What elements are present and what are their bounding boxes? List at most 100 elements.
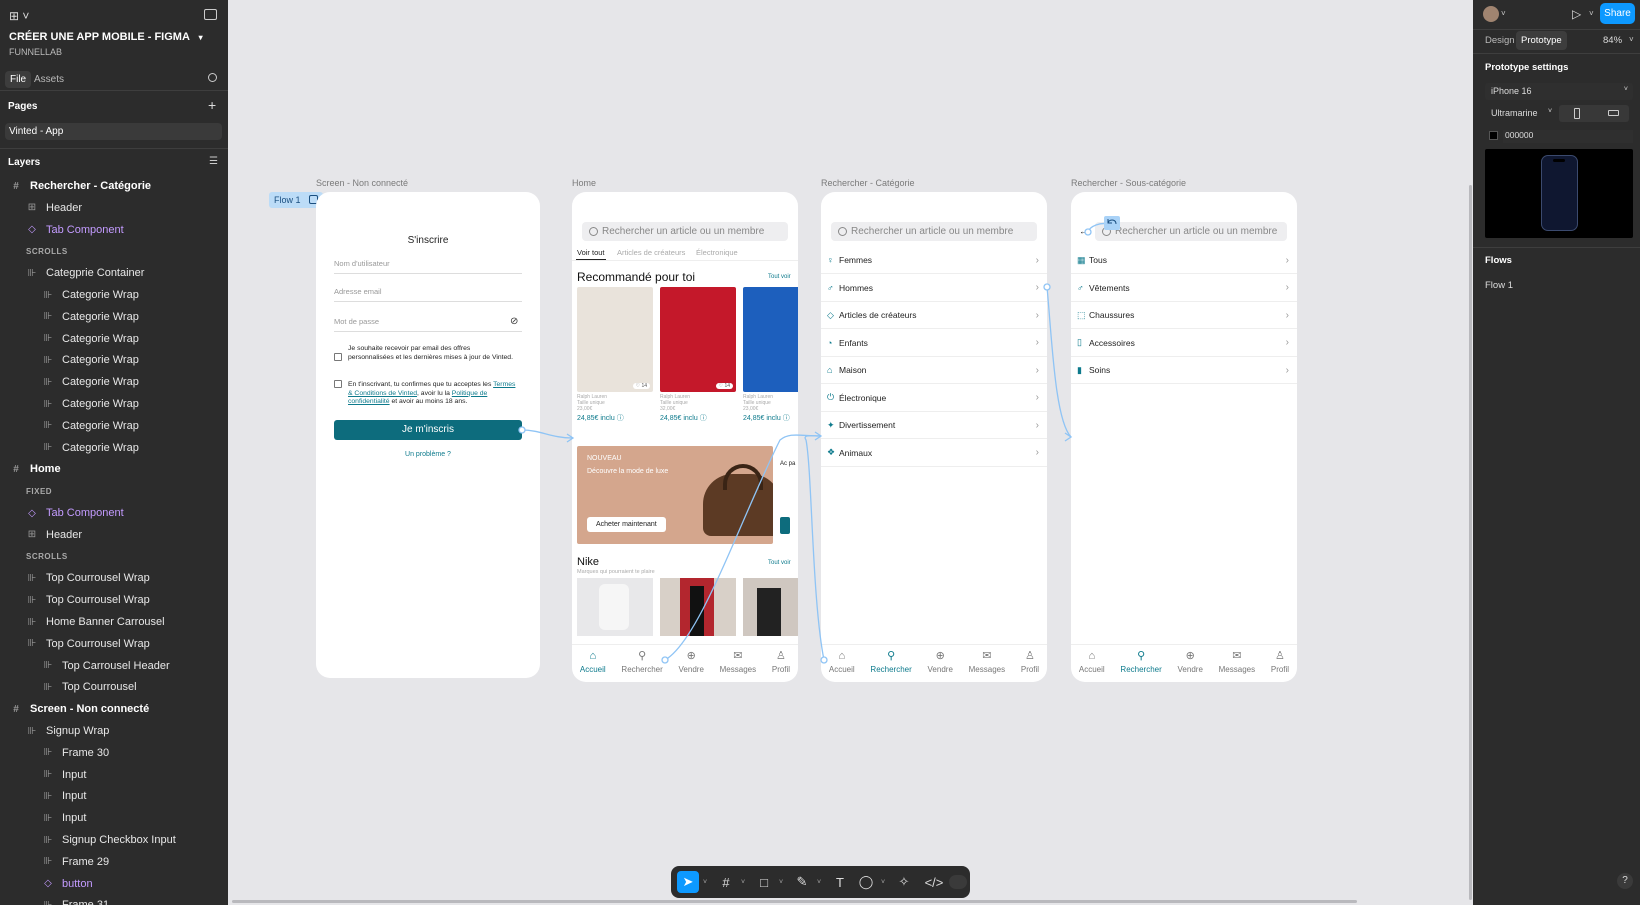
frame-label-home[interactable]: Home: [572, 178, 596, 188]
subcategory-item[interactable]: ▦ Tous ›: [1071, 247, 1297, 274]
tab-bar-item[interactable]: ⚲ Rechercher: [1120, 645, 1161, 682]
layer-item[interactable]: ◇ Tab Component: [0, 503, 228, 523]
product-card[interactable]: ♡ 14Ralph LaurenTaille unique23,00€24,85…: [577, 287, 653, 423]
layer-item[interactable]: ⊪ Top Courrousel Wrap: [0, 634, 228, 654]
frame-label-category[interactable]: Rechercher - Catégorie: [821, 178, 915, 188]
product-card[interactable]: ♡ 14 Ralph Lauren Taille unique 32,00€ 24,85…: [660, 287, 736, 423]
layer-item[interactable]: # Home: [0, 459, 228, 479]
category-item[interactable]: ⏻ Électronique ›: [821, 385, 1047, 412]
layer-item[interactable]: ⊪ Categorie Wrap: [0, 416, 228, 436]
layer-item[interactable]: ⊪ Signup Checkbox Input: [0, 830, 228, 850]
layer-item[interactable]: ⊪ Frame 30: [0, 743, 228, 763]
nike-product-image[interactable]: [660, 578, 736, 636]
ai-tool-icon[interactable]: ✧: [893, 871, 915, 893]
comment-tool-icon[interactable]: ◯: [855, 871, 877, 893]
back-arrow-icon[interactable]: ←: [1079, 226, 1088, 236]
layer-item[interactable]: ⊪ Top Courrousel Wrap: [0, 568, 228, 588]
frame-tool-icon[interactable]: #: [715, 871, 737, 893]
background-color-input[interactable]: 000000: [1503, 130, 1633, 143]
zoom-level[interactable]: 84%: [1603, 35, 1622, 46]
tab-file[interactable]: File: [5, 71, 32, 88]
chevron-down-icon[interactable]: ˅: [779, 879, 787, 886]
share-button[interactable]: Share: [1600, 3, 1635, 24]
chevron-down-icon[interactable]: ˅: [1629, 35, 1634, 44]
category-item[interactable]: ◇ Articles de créateurs ›: [821, 302, 1047, 329]
chevron-down-icon[interactable]: ˅: [1589, 9, 1594, 18]
layer-item[interactable]: ⊪ Input: [0, 765, 228, 785]
see-all-link[interactable]: Tout voir: [768, 274, 791, 280]
luxury-banner[interactable]: NOUVEAU Découvre la mode de luxe Acheter…: [577, 446, 773, 544]
vertical-scrollbar[interactable]: [1469, 185, 1472, 900]
nike-see-all-link[interactable]: Tout voir: [768, 560, 791, 566]
flow-start-badge[interactable]: Flow 1: [269, 192, 323, 208]
subcategory-search-input[interactable]: Rechercher un article ou un membre: [1095, 222, 1287, 241]
subcategory-item[interactable]: ♂ Vêtements ›: [1071, 275, 1297, 302]
password-input[interactable]: Mot de passe: [334, 317, 522, 332]
category-item[interactable]: ♀ Femmes ›: [821, 247, 1047, 274]
tab-bar-item[interactable]: ⊕ Vendre: [928, 645, 953, 682]
category-search-input[interactable]: Rechercher un article ou un membre: [831, 222, 1037, 241]
home-search-input[interactable]: Rechercher un article ou un membre: [582, 222, 788, 241]
tab-bar-item[interactable]: ✉ Messages: [720, 645, 756, 682]
tab-bar-item[interactable]: ⊕ Vendre: [1178, 645, 1203, 682]
category-item[interactable]: ⌂ Maison ›: [821, 357, 1047, 384]
landscape-icon[interactable]: [1608, 110, 1619, 116]
username-input[interactable]: Nom d'utilisateur: [334, 259, 522, 274]
layer-item[interactable]: ⊪ Categorie Wrap: [0, 394, 228, 414]
layer-item[interactable]: ⊪ Home Banner Carrousel: [0, 612, 228, 632]
flow-item[interactable]: Flow 1: [1485, 280, 1513, 291]
figma-menu-icon[interactable]: ⊞ ˅: [9, 9, 29, 23]
tab-bar-item[interactable]: ✉ Messages: [969, 645, 1005, 682]
horizontal-scrollbar[interactable]: [232, 900, 1357, 903]
chevron-down-icon[interactable]: ˅: [741, 879, 749, 886]
chevron-down-icon[interactable]: ˅: [703, 879, 711, 886]
rectangle-tool-icon[interactable]: □: [753, 871, 775, 893]
search-icon[interactable]: [208, 73, 217, 82]
home-tab-all[interactable]: Voir tout: [576, 248, 606, 260]
device-select[interactable]: iPhone 16 ˅: [1485, 83, 1633, 100]
layer-item[interactable]: ⊪ Categorie Wrap: [0, 285, 228, 305]
likes-badge[interactable]: ♡ 14: [715, 383, 733, 389]
chevron-down-icon[interactable]: ˅: [881, 879, 889, 886]
layer-item[interactable]: ⊪ Top Courrousel Wrap: [0, 590, 228, 610]
subcategory-item[interactable]: ▯ Accessoires ›: [1071, 330, 1297, 357]
portrait-icon[interactable]: [1574, 108, 1580, 119]
tab-bar-item[interactable]: ♙ Profil: [1271, 645, 1289, 682]
tab-prototype[interactable]: Prototype: [1516, 31, 1567, 50]
tab-bar-item[interactable]: ✉ Messages: [1219, 645, 1255, 682]
email-input[interactable]: Adresse email: [334, 287, 522, 302]
layer-item[interactable]: # Rechercher - Catégorie: [0, 176, 228, 196]
tab-assets[interactable]: Assets: [34, 74, 64, 85]
move-tool-icon[interactable]: ➤: [677, 871, 699, 893]
toggle-sidebar-icon[interactable]: [204, 9, 217, 20]
nike-product-image[interactable]: [577, 578, 653, 636]
layer-item[interactable]: ⊪ Frame 29: [0, 852, 228, 872]
play-icon[interactable]: ▷: [1572, 7, 1581, 21]
layer-item[interactable]: ⊪ Top Carrousel Header: [0, 656, 228, 676]
layer-item[interactable]: ⊪ Frame 31: [0, 895, 228, 905]
tab-bar-item[interactable]: ⊕ Vendre: [679, 645, 704, 682]
chevron-down-icon[interactable]: ˅: [1501, 9, 1506, 18]
file-title[interactable]: CRÉER UNE APP MOBILE - FIGMA ▾: [9, 31, 203, 43]
tab-bar-item[interactable]: ⌂ Accueil: [1079, 645, 1105, 682]
nike-product-image[interactable]: [743, 578, 798, 636]
pen-tool-icon[interactable]: ✎: [791, 871, 813, 893]
layer-item[interactable]: ⊪ Categorie Wrap: [0, 329, 228, 349]
layer-item[interactable]: ⊪ Categorie Wrap: [0, 350, 228, 370]
orientation-toggle[interactable]: [1559, 105, 1629, 122]
terms-checkbox[interactable]: [334, 380, 342, 388]
connection-category-subcategory[interactable]: [1046, 286, 1072, 438]
model-select[interactable]: Ultramarine ˅: [1485, 105, 1559, 122]
layer-item[interactable]: ⊪ Categorie Wrap: [0, 372, 228, 392]
category-item[interactable]: ❖ Animaux ›: [821, 440, 1047, 467]
marketing-checkbox[interactable]: [334, 353, 342, 361]
dev-mode-toggle[interactable]: [949, 875, 967, 889]
tab-bar-item[interactable]: ⌂ Accueil: [580, 645, 606, 682]
page-item-vinted-app[interactable]: Vinted - App: [5, 123, 222, 140]
product-card[interactable]: ♡ 14Ralph LaurenTaille unique23,00€24,85…: [743, 287, 798, 423]
layer-item[interactable]: ⊪ Categprie Container: [0, 263, 228, 283]
subcategory-item[interactable]: ▮ Soins ›: [1071, 357, 1297, 384]
help-button[interactable]: ?: [1617, 873, 1633, 889]
shop-now-button[interactable]: Acheter maintenant: [587, 517, 666, 532]
tab-bar-item[interactable]: ⌂ Accueil: [829, 645, 855, 682]
